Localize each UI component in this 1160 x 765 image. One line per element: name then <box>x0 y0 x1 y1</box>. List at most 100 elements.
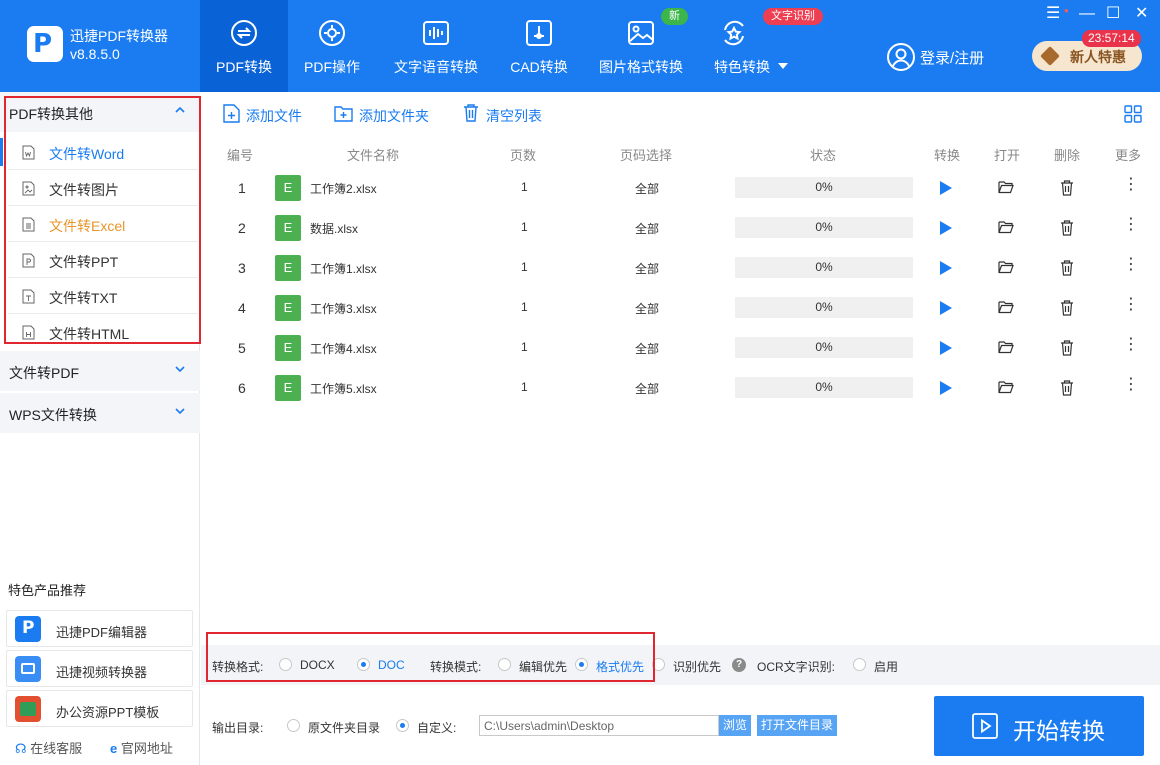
featured-ppt-template[interactable]: 办公资源PPT模板 <box>6 690 193 727</box>
close-icon[interactable]: ✕ <box>1135 5 1148 23</box>
folder-open-icon[interactable] <box>998 220 1014 234</box>
play-icon[interactable] <box>939 220 953 236</box>
tab-text-speech[interactable]: 文字语音转换 <box>388 0 484 92</box>
sidebar-item-to-ppt[interactable]: 文件转PPT <box>8 242 198 278</box>
page-count: 1 <box>521 260 528 274</box>
mode-format-label[interactable]: 格式优先 <box>596 658 644 675</box>
play-icon[interactable] <box>939 340 953 356</box>
play-icon[interactable] <box>939 260 953 276</box>
trash-icon[interactable] <box>1060 300 1074 316</box>
file-name: 工作簿2.xlsx <box>310 182 377 196</box>
tab-pdf-convert[interactable]: PDF转换 <box>200 0 288 92</box>
official-site-link[interactable]: e 官网地址 <box>110 738 173 757</box>
trash-icon[interactable] <box>1060 380 1074 396</box>
featured-video-converter[interactable]: 迅捷视频转换器 <box>6 650 193 687</box>
trash-icon[interactable] <box>1060 220 1074 236</box>
col-header-filename: 文件名称 <box>347 148 400 163</box>
more-icon[interactable]: ⋮ <box>1123 177 1139 193</box>
page-range-select[interactable]: 全部 <box>635 340 659 357</box>
ocr-enable-checkbox[interactable] <box>853 658 866 671</box>
more-icon[interactable]: ⋮ <box>1123 297 1139 313</box>
maximize-icon[interactable]: ☐ <box>1106 5 1120 23</box>
excel-file-icon: E <box>275 175 301 201</box>
tab-label: CAD转换 <box>510 59 568 75</box>
grid-view-icon[interactable] <box>1124 105 1142 123</box>
help-icon[interactable]: ? <box>732 658 746 672</box>
format-docx-radio[interactable] <box>279 658 292 671</box>
play-icon[interactable] <box>939 180 953 196</box>
progress-bar: 0% <box>735 177 913 198</box>
menu-icon[interactable]: ☰ <box>1046 5 1060 23</box>
page-range-select[interactable]: 全部 <box>635 260 659 277</box>
folder-open-icon[interactable] <box>998 380 1014 394</box>
output-original-radio[interactable] <box>287 719 300 732</box>
page-range-select[interactable]: 全部 <box>635 380 659 397</box>
user-icon <box>887 43 915 71</box>
mode-ocr-radio[interactable] <box>652 658 665 671</box>
mode-ocr-label[interactable]: 识别优先 <box>673 658 721 675</box>
more-icon[interactable]: ⋮ <box>1123 217 1139 233</box>
table-row[interactable]: 4 E 工作簿3.xlsx 1 全部 0% ⋮ <box>201 288 1160 328</box>
folder-open-icon[interactable] <box>998 300 1014 314</box>
browse-button[interactable]: 浏览 <box>719 715 752 736</box>
sidebar-item-to-word[interactable]: 文件转Word <box>0 134 198 170</box>
progress-text: 0% <box>815 340 833 354</box>
folder-open-icon[interactable] <box>998 340 1014 354</box>
app-logo: P <box>27 26 63 62</box>
row-number: 2 <box>238 220 246 236</box>
trash-icon[interactable] <box>1060 180 1074 196</box>
play-icon[interactable] <box>939 380 953 396</box>
format-label: 转换格式: <box>212 660 264 674</box>
pdf-editor-icon: P <box>15 616 41 642</box>
progress-bar: 0% <box>735 217 913 238</box>
table-row[interactable]: 1 E 工作簿2.xlsx 1 全部 0% ⋮ <box>201 168 1160 208</box>
trash-icon[interactable] <box>1060 260 1074 276</box>
play-icon[interactable] <box>939 300 953 316</box>
progress-text: 0% <box>815 220 833 234</box>
sidebar-section-wps[interactable]: WPS文件转换 <box>0 393 200 433</box>
progress-bar: 0% <box>735 257 913 278</box>
format-doc-label[interactable]: DOC <box>378 658 405 672</box>
more-icon[interactable]: ⋮ <box>1123 377 1139 393</box>
ocr-enable-label[interactable]: 启用 <box>874 658 898 675</box>
output-custom-radio[interactable] <box>396 719 409 732</box>
toolbar: 添加文件 添加文件夹 清空列表 <box>201 92 1160 136</box>
mode-edit-radio[interactable] <box>498 658 511 671</box>
sidebar-section-pdf-other[interactable]: PDF转换其他 <box>0 92 200 132</box>
table-row[interactable]: 3 E 工作簿1.xlsx 1 全部 0% ⋮ <box>201 248 1160 288</box>
open-folder-button[interactable]: 打开文件目录 <box>757 715 838 736</box>
table-row[interactable]: 5 E 工作簿4.xlsx 1 全部 0% ⋮ <box>201 328 1160 368</box>
more-icon[interactable]: ⋮ <box>1123 337 1139 353</box>
trash-icon[interactable] <box>1060 340 1074 356</box>
page-range-select[interactable]: 全部 <box>635 220 659 237</box>
output-original-label[interactable]: 原文件夹目录 <box>308 719 380 736</box>
format-docx-label[interactable]: DOCX <box>300 658 335 672</box>
more-icon[interactable]: ⋮ <box>1123 257 1139 273</box>
sidebar-item-to-html[interactable]: 文件转HTML <box>8 314 198 350</box>
online-service-link[interactable]: ☊ 在线客服 <box>15 738 82 757</box>
page-range-select[interactable]: 全部 <box>635 300 659 317</box>
minimize-icon[interactable]: — <box>1079 5 1095 23</box>
sidebar-item-to-excel[interactable]: 文件转Excel <box>8 206 198 242</box>
sidebar-item-to-image[interactable]: 文件转图片 <box>8 170 198 206</box>
mode-edit-label[interactable]: 编辑优先 <box>519 658 567 675</box>
table-row[interactable]: 2 E 数据.xlsx 1 全部 0% ⋮ <box>201 208 1160 248</box>
progress-bar: 0% <box>735 377 913 398</box>
tab-cad-convert[interactable]: CAD转换 <box>500 0 578 92</box>
col-header-convert: 转换 <box>934 148 961 163</box>
folder-open-icon[interactable] <box>998 180 1014 194</box>
featured-title: 特色产品推荐 <box>8 583 87 598</box>
format-doc-radio[interactable] <box>357 658 370 671</box>
sidebar-section-to-pdf[interactable]: 文件转PDF <box>0 351 200 391</box>
sidebar-item-to-txt[interactable]: 文件转TXT <box>8 278 198 314</box>
output-path-input[interactable] <box>479 715 719 736</box>
col-header-number: 编号 <box>227 148 254 163</box>
excel-file-icon: E <box>275 375 301 401</box>
tab-pdf-operations[interactable]: PDF操作 <box>292 0 372 92</box>
table-row[interactable]: 6 E 工作簿5.xlsx 1 全部 0% ⋮ <box>201 368 1160 408</box>
start-convert-button[interactable]: 开始转换 <box>934 696 1144 756</box>
folder-open-icon[interactable] <box>998 260 1014 274</box>
page-range-select[interactable]: 全部 <box>635 180 659 197</box>
featured-pdf-editor[interactable]: P 迅捷PDF编辑器 <box>6 610 193 647</box>
mode-format-radio[interactable] <box>575 658 588 671</box>
